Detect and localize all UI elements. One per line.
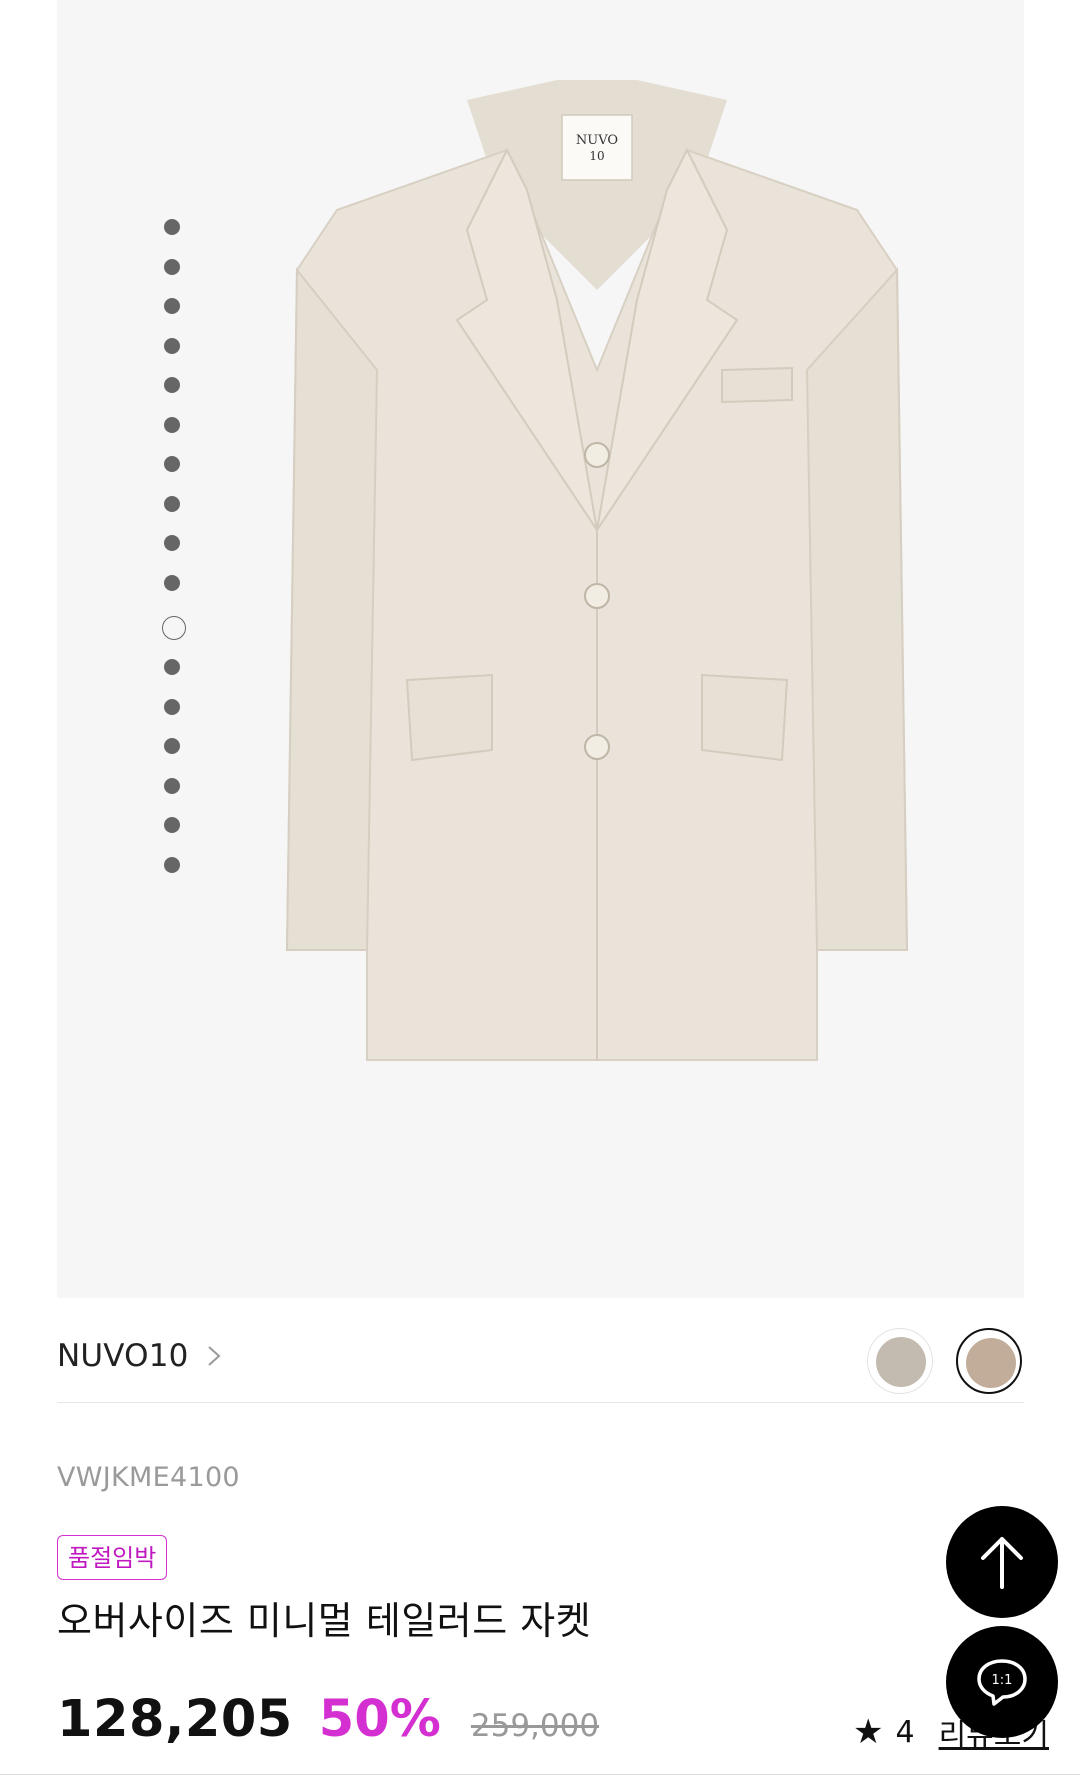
original-price: 259,000 [470, 1708, 600, 1744]
pagination-dot[interactable] [164, 258, 180, 275]
pagination-dot[interactable] [164, 817, 180, 833]
pagination-dot[interactable] [164, 698, 180, 715]
pagination-dot[interactable] [164, 337, 180, 354]
price-row: 128,205 50% 259,000 [57, 1690, 599, 1749]
brand-name: NUVO10 [57, 1338, 189, 1374]
svg-text:NUVO: NUVO [576, 133, 618, 148]
pagination-dot[interactable] [164, 377, 180, 393]
star-icon: ★ [853, 1712, 884, 1752]
pagination-dot-active[interactable] [162, 616, 186, 640]
scroll-top-button[interactable] [946, 1506, 1058, 1618]
pagination-dot[interactable] [164, 456, 180, 472]
brand-link[interactable]: NUVO10 [57, 1338, 221, 1374]
discount-rate: 50% [318, 1690, 441, 1749]
pagination-dot[interactable] [164, 856, 180, 873]
chat-button[interactable]: 1:1 [946, 1626, 1058, 1738]
divider [0, 1774, 1080, 1775]
chat-label: 1:1 [992, 1673, 1013, 1688]
product-image-area[interactable]: NUVO 10 [57, 0, 1024, 1298]
pagination-dot[interactable] [164, 574, 180, 591]
chat-bubble-icon: 1:1 [977, 1659, 1027, 1706]
color-swatch-fill [966, 1338, 1016, 1388]
pagination-dot[interactable] [164, 416, 180, 433]
color-swatch-fill [876, 1337, 926, 1387]
product-image: NUVO 10 [285, 80, 909, 1061]
pagination-dot[interactable] [164, 659, 180, 675]
pagination-dot[interactable] [164, 495, 180, 512]
brand-row: NUVO10 [57, 1316, 1024, 1403]
rating-count: 4 [895, 1714, 915, 1750]
product-title: 오버사이즈 미니멀 테일러드 자켓 [57, 1599, 592, 1643]
svg-text:10: 10 [589, 149, 604, 163]
sale-price: 128,205 [57, 1690, 293, 1749]
pagination-dot[interactable] [164, 738, 180, 754]
color-swatch-beige-selected[interactable] [956, 1328, 1022, 1394]
chevron-right-icon [207, 1346, 221, 1366]
pagination-dot[interactable] [164, 535, 180, 551]
pagination-dot[interactable] [164, 298, 180, 314]
arrow-up-icon [981, 1537, 1023, 1589]
color-swatch-gray[interactable] [867, 1328, 933, 1394]
pagination-dot[interactable] [164, 219, 180, 235]
status-badge: 품절임박 [57, 1535, 168, 1580]
product-sku: VWJKME4100 [57, 1462, 240, 1493]
pagination-dot[interactable] [164, 777, 180, 794]
